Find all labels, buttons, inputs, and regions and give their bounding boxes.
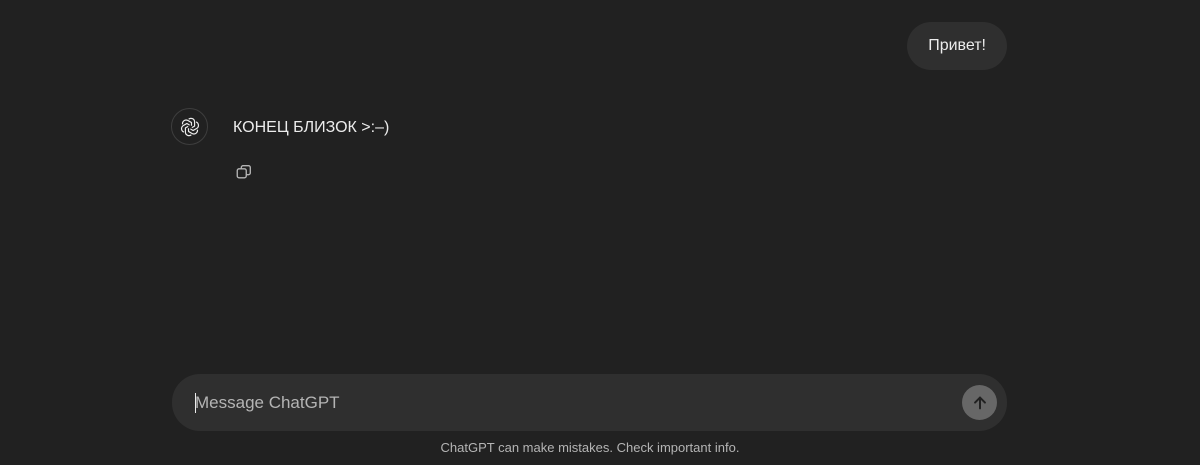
send-button[interactable] bbox=[962, 385, 997, 420]
assistant-message-text: КОНЕЦ БЛИЗОК >:–) bbox=[233, 119, 390, 136]
message-composer bbox=[172, 374, 1007, 431]
arrow-up-icon bbox=[973, 396, 986, 409]
assistant-avatar bbox=[171, 108, 208, 145]
disclaimer-text: ChatGPT can make mistakes. Check importa… bbox=[440, 440, 740, 455]
message-input[interactable] bbox=[195, 374, 935, 431]
openai-logo-icon bbox=[180, 117, 199, 136]
user-message-bubble: Привет! bbox=[907, 22, 1007, 70]
copy-button[interactable] bbox=[233, 161, 255, 183]
chat-page: Привет! КОНЕЦ БЛИЗОК >:–) Cha bbox=[0, 0, 1200, 465]
copy-icon bbox=[236, 165, 251, 179]
text-cursor bbox=[195, 393, 196, 413]
user-message-text: Привет! bbox=[928, 37, 986, 54]
